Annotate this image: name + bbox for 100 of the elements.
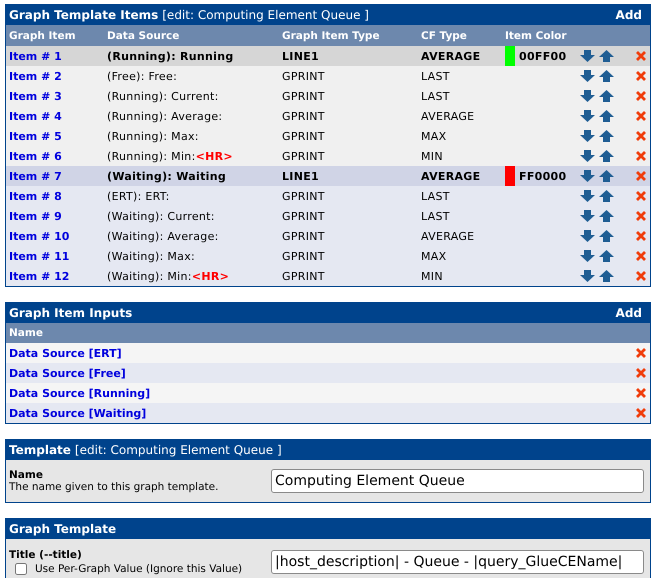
move-up-icon[interactable] [599, 250, 614, 262]
move-down-icon[interactable] [580, 190, 595, 202]
table-cell-text: AVERAGE [421, 50, 482, 62]
input-link[interactable]: Data Source [Running] [9, 386, 150, 400]
checkbox[interactable] [15, 563, 27, 575]
table-cell-text: (Running): Running [107, 50, 235, 62]
table-cell-text: AVERAGE [421, 110, 476, 122]
checkbox-label: Use Per-Graph Value (Ignore this Value) [35, 563, 242, 575]
delete-icon[interactable] [636, 131, 646, 141]
table-cell-text: GPRINT [282, 90, 326, 102]
move-up-icon[interactable] [599, 50, 614, 62]
delete-icon[interactable] [636, 51, 646, 61]
item-link[interactable]: Item # 7 [9, 170, 107, 182]
add-link[interactable]: Add [616, 306, 642, 320]
move-down-icon[interactable] [580, 130, 595, 142]
table-cell-text: LAST [421, 210, 451, 222]
delete-icon[interactable] [636, 271, 646, 281]
move-down-icon[interactable] [580, 110, 595, 122]
delete-icon[interactable] [636, 91, 646, 101]
move-up-icon[interactable] [599, 190, 614, 202]
name-field[interactable]: Computing Element Queue [271, 469, 644, 493]
delete-icon[interactable] [636, 71, 646, 81]
table-cell-text: (Running): Min:<HR> [107, 150, 234, 162]
table-cell-text: (Waiting): Max: [107, 250, 196, 262]
field-label: Name [9, 469, 44, 481]
add-link[interactable]: Add [616, 8, 642, 22]
move-up-icon[interactable] [599, 70, 614, 82]
item-link[interactable]: Item # 12 [9, 270, 107, 282]
move-down-icon[interactable] [580, 150, 595, 162]
table-cell-text: MAX [421, 250, 448, 262]
column-header: Graph Item [9, 30, 77, 42]
delete-icon[interactable] [636, 388, 646, 398]
input-link[interactable]: Data Source [ERT] [9, 346, 122, 360]
item-link[interactable]: Item # 9 [9, 210, 107, 222]
delete-icon[interactable] [636, 191, 646, 201]
move-up-icon[interactable] [599, 210, 614, 222]
delete-icon[interactable] [636, 211, 646, 221]
input-link[interactable]: Data Source [Free] [9, 366, 126, 380]
panel-title: Graph Item Inputs [9, 306, 132, 320]
move-up-icon[interactable] [599, 150, 614, 162]
item-link[interactable]: Item # 2 [9, 70, 107, 82]
column-header: CF Type [421, 30, 468, 42]
panel-subtitle: [edit: Computing Element Queue ] [162, 8, 369, 22]
panel-title: Template [9, 443, 71, 457]
column-header: Name [9, 327, 43, 339]
table-cell-text: (Free): Free: [107, 70, 178, 82]
item-link[interactable]: Item # 11 [9, 250, 107, 262]
table-cell-text: (Waiting): Current: [107, 210, 216, 222]
table-cell-text: LAST [421, 90, 451, 102]
panel-subtitle: [edit: Computing Element Queue ] [74, 443, 282, 457]
table-cell: 00FF00 [519, 50, 566, 62]
delete-icon[interactable] [636, 251, 646, 261]
table-cell-text: GPRINT [282, 110, 326, 122]
delete-icon[interactable] [636, 408, 646, 418]
move-down-icon[interactable] [580, 230, 595, 242]
delete-icon[interactable] [636, 368, 646, 378]
table-cell-text: LINE1 [282, 50, 320, 62]
table-cell-text: MIN [421, 150, 444, 162]
move-up-icon[interactable] [599, 270, 614, 282]
item-link[interactable]: Item # 1 [9, 50, 107, 62]
table-cell-text: GPRINT [282, 270, 326, 282]
move-up-icon[interactable] [599, 230, 614, 242]
item-link[interactable]: Item # 6 [9, 150, 107, 162]
table-cell-text: MIN [421, 270, 444, 282]
panel-title: Graph Template [9, 522, 116, 536]
table-cell-text: GPRINT [282, 250, 326, 262]
delete-icon[interactable] [636, 348, 646, 358]
move-up-icon[interactable] [599, 110, 614, 122]
table-cell-text: GPRINT [282, 210, 326, 222]
move-down-icon[interactable] [580, 270, 595, 282]
move-down-icon[interactable] [580, 50, 595, 62]
item-link[interactable]: Item # 8 [9, 190, 107, 202]
field-label: Title (--title) [9, 549, 83, 561]
move-down-icon[interactable] [580, 250, 595, 262]
move-up-icon[interactable] [599, 170, 614, 182]
move-down-icon[interactable] [580, 70, 595, 82]
table-cell-text: GPRINT [282, 150, 326, 162]
move-up-icon[interactable] [599, 130, 614, 142]
table-cell-text: (Running): Current: [107, 90, 220, 102]
move-down-icon[interactable] [580, 170, 595, 182]
table-cell-text: AVERAGE [421, 170, 482, 182]
table-cell-text: (Running): Max: [107, 130, 200, 142]
move-down-icon[interactable] [580, 90, 595, 102]
item-link[interactable]: Item # 4 [9, 110, 107, 122]
delete-icon[interactable] [636, 231, 646, 241]
delete-icon[interactable] [636, 111, 646, 121]
item-link[interactable]: Item # 5 [9, 130, 107, 142]
input-link[interactable]: Data Source [Waiting] [9, 406, 146, 420]
field-help: The name given to this graph template. [9, 481, 220, 493]
delete-icon[interactable] [636, 151, 646, 161]
move-up-icon[interactable] [599, 90, 614, 102]
title-field[interactable]: |host_description| - Queue - |query_GlueCEName| [271, 550, 644, 574]
move-down-icon[interactable] [580, 210, 595, 222]
item-link[interactable]: Item # 3 [9, 90, 107, 102]
item-link[interactable]: Item # 10 [9, 230, 107, 242]
column-header: Data Source [107, 30, 180, 42]
table-cell-text: GPRINT [282, 130, 326, 142]
table-cell-text: (Waiting): Waiting [107, 170, 228, 182]
column-header: Item Color [505, 30, 568, 42]
delete-icon[interactable] [636, 171, 646, 181]
